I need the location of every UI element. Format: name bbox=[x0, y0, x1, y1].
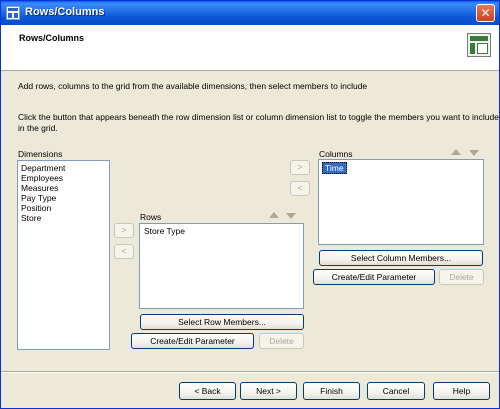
close-button[interactable]: ✕ bbox=[476, 4, 495, 22]
instruction-text-2: Click the button that appears beneath th… bbox=[18, 112, 499, 122]
row-create-edit-parameter-button[interactable]: Create/Edit Parameter bbox=[131, 333, 254, 349]
columns-label: Columns bbox=[319, 149, 353, 159]
move-up-icon[interactable] bbox=[451, 149, 461, 155]
help-button[interactable]: Help bbox=[433, 382, 490, 400]
cancel-button[interactable]: Cancel bbox=[367, 382, 425, 400]
list-item[interactable]: Employees bbox=[18, 173, 109, 183]
move-down-icon[interactable] bbox=[469, 150, 479, 156]
footer-divider bbox=[1, 371, 499, 373]
dialog-window: Rows/Columns ✕ Rows/Columns Add rows, co… bbox=[0, 0, 500, 409]
list-item[interactable]: Position bbox=[18, 203, 109, 213]
list-item[interactable]: Pay Type bbox=[18, 193, 109, 203]
remove-row-button[interactable]: < bbox=[114, 244, 134, 259]
grid-icon bbox=[467, 33, 491, 57]
page-title: Rows/Columns bbox=[19, 33, 85, 43]
move-down-icon[interactable] bbox=[286, 213, 296, 219]
list-item[interactable]: Store Type bbox=[140, 226, 303, 236]
instruction-text-1: Add rows, columns to the grid from the a… bbox=[18, 81, 368, 91]
list-item[interactable]: Department bbox=[18, 163, 109, 173]
list-item[interactable]: Store bbox=[18, 213, 109, 223]
instruction-text-3: in the grid. bbox=[18, 123, 58, 133]
dimensions-label: Dimensions bbox=[18, 149, 63, 159]
column-create-edit-parameter-button[interactable]: Create/Edit Parameter bbox=[313, 269, 435, 285]
rows-list[interactable]: Store Type bbox=[139, 223, 304, 309]
back-button[interactable]: < Back bbox=[179, 382, 236, 400]
remove-column-button[interactable]: < bbox=[290, 181, 310, 196]
app-icon bbox=[6, 6, 20, 20]
rows-label: Rows bbox=[140, 212, 162, 222]
move-up-icon[interactable] bbox=[269, 212, 279, 218]
add-column-button[interactable]: > bbox=[290, 160, 310, 175]
finish-button[interactable]: Finish bbox=[303, 382, 360, 400]
window-title: Rows/Columns bbox=[25, 6, 105, 18]
columns-list[interactable]: Time bbox=[318, 159, 484, 245]
select-column-members-button[interactable]: Select Column Members... bbox=[319, 250, 483, 266]
title-bar[interactable]: Rows/Columns ✕ bbox=[1, 1, 499, 25]
wizard-header: Rows/Columns bbox=[1, 25, 499, 71]
select-row-members-button[interactable]: Select Row Members... bbox=[140, 314, 304, 330]
add-row-button[interactable]: > bbox=[114, 223, 134, 238]
dimensions-list[interactable]: Department Employees Measures Pay Type P… bbox=[17, 160, 110, 350]
list-item-selected[interactable]: Time bbox=[322, 162, 347, 174]
next-button[interactable]: Next > bbox=[240, 382, 297, 400]
column-delete-button[interactable]: Delete bbox=[439, 269, 484, 285]
row-delete-button[interactable]: Delete bbox=[259, 333, 304, 349]
list-item[interactable]: Measures bbox=[18, 183, 109, 193]
